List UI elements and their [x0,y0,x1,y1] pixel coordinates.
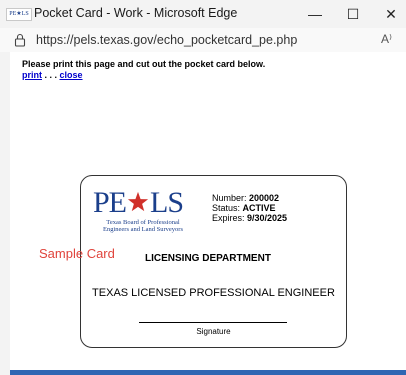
window-left-edge [0,52,10,375]
print-instruction: Please print this page and cut out the p… [22,59,266,69]
address-bar[interactable]: https://pels.texas.gov/echo_pocketcard_p… [0,28,406,53]
license-number-row: Number: 200002 [212,193,280,203]
pocket-card: PE LS Texas Board of Professional Enginee… [39,175,347,348]
license-expiry-row: Expires: 9/30/2025 [212,213,288,223]
site-favicon-icon: PE★LS [6,8,32,21]
link-separator: . . . [42,70,60,80]
maximize-button[interactable]: ☐ [338,2,368,26]
logo-pe-text: PE [93,186,127,219]
signature-label: Signature [196,327,231,336]
page-content: Please print this page and cut out the p… [10,52,406,375]
url-text[interactable]: https://pels.texas.gov/echo_pocketcard_p… [36,33,297,47]
close-link[interactable]: close [60,70,83,80]
minimize-button[interactable]: — [300,2,330,26]
action-links: print . . . close [22,70,83,80]
close-window-button[interactable]: ✕ [376,2,406,26]
print-link[interactable]: print [22,70,42,80]
texas-star-icon [127,191,149,212]
window-bottom-accent [10,370,406,375]
window-title: Pocket Card - Work - Microsoft Edge [34,6,238,20]
pels-logo: PE LS Texas Board of Professional Enginee… [93,186,193,236]
license-status: ACTIVE [242,203,276,213]
license-status-row: Status: ACTIVE [212,203,276,213]
license-expiry: 9/30/2025 [247,213,288,223]
logo-ls-text: LS [150,186,184,219]
logo-subtitle-line1: Texas Board of Professional [106,219,180,226]
license-number: 200002 [249,193,280,203]
signature-line [139,322,287,323]
lock-icon[interactable] [14,33,26,47]
browser-window: PE★LS Pocket Card - Work - Microsoft Edg… [0,0,406,375]
read-aloud-icon[interactable]: A⁾ [381,32,392,46]
sample-card-overlay: Sample Card [39,246,115,261]
license-type: TEXAS LICENSED PROFESSIONAL ENGINEER [92,287,335,299]
logo-subtitle-line2: Engineers and Land Surveyors [103,226,183,233]
title-bar: PE★LS Pocket Card - Work - Microsoft Edg… [0,0,406,29]
department-heading: LICENSING DEPARTMENT [145,253,271,264]
license-info: Number: 200002 Status: ACTIVE Expires: 9… [212,193,287,223]
